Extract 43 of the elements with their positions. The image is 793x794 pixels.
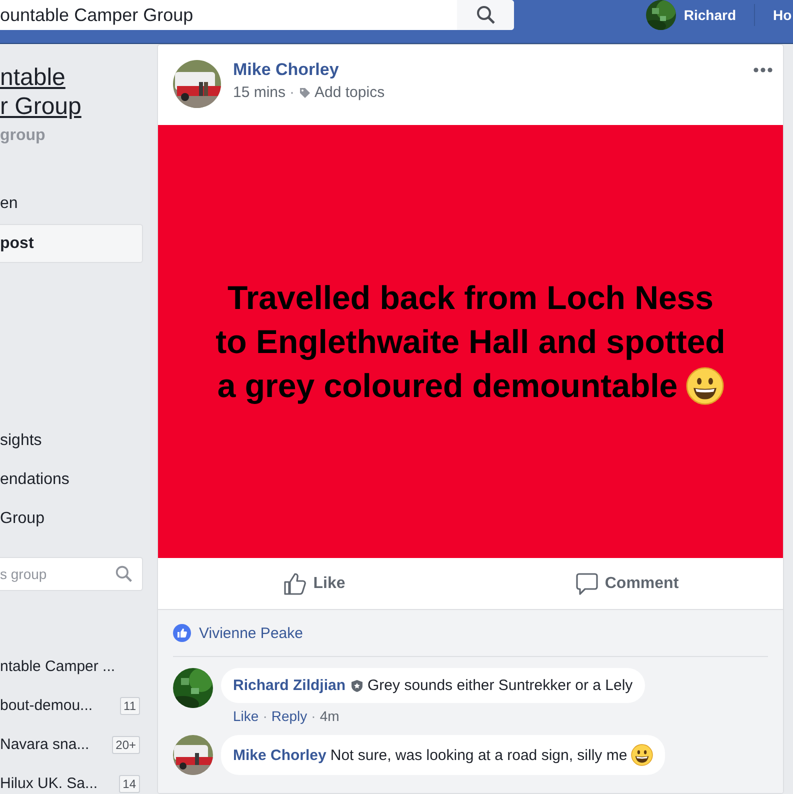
shortcut-link[interactable]: Navara sna... [0, 736, 90, 753]
count-badge: 20+ [112, 736, 140, 754]
separator-dot: · [290, 84, 295, 101]
sidebar-item[interactable]: endations [0, 461, 143, 498]
search-icon [115, 565, 133, 583]
thumbs-up-icon [283, 572, 308, 596]
search-field[interactable]: s group [0, 557, 143, 591]
sidebar-item[interactable]: post [0, 224, 143, 263]
search-icon [476, 5, 496, 25]
comment-action-link[interactable]: Reply [271, 708, 308, 724]
comment-text: Not sure, was looking at a road sign, silly me [330, 746, 628, 764]
group-title-link[interactable]: r Group [0, 92, 82, 121]
search-value: ountable Camper Group [0, 4, 194, 26]
speech-bubble-icon [574, 572, 599, 596]
search-button[interactable] [457, 0, 514, 30]
liker-name-link[interactable]: Vivienne Peake [199, 624, 303, 642]
nav-link[interactable]: Ho [773, 6, 793, 22]
sidebar-item[interactable]: Group [0, 500, 143, 537]
shortcut-link[interactable]: ntable Camper ... [0, 658, 116, 675]
add-topics-link[interactable]: Add topics [314, 84, 385, 101]
separator-dot: · [262, 708, 268, 724]
profile-link[interactable]: Richard [684, 6, 736, 22]
post-text: Travelled back from Loch Ness to Englethwaite Hall and spotted a grey coloured demountable [214, 278, 726, 406]
count-badge: 11 [120, 696, 140, 714]
shortcut-link[interactable]: bout-demou... [0, 697, 93, 714]
separator-dot: · [311, 708, 316, 724]
group-type: group [0, 127, 46, 145]
tag-icon [298, 86, 311, 98]
count-badge: 14 [118, 774, 140, 792]
sidebar-item[interactable]: en [0, 185, 143, 222]
sidebar-item[interactable]: sights [0, 422, 143, 459]
shortcut-link[interactable]: Hilux UK. Sa... [0, 775, 98, 792]
author-link[interactable]: Richard Zildjian [233, 677, 346, 694]
comment-time[interactable]: 4m [320, 708, 340, 724]
comment-action-link[interactable]: Like [233, 708, 259, 724]
author-link[interactable]: Mike Chorley [233, 746, 326, 764]
group-title-link[interactable]: ntable [0, 63, 82, 92]
search-field[interactable]: ountable Camper Group [0, 0, 514, 30]
like-reaction-icon [173, 624, 191, 642]
author-link[interactable]: Mike Chorley [233, 60, 385, 80]
comment-text: Grey sounds either Suntrekker or a Lely [368, 677, 633, 694]
post-time[interactable]: 15 mins [233, 84, 286, 101]
more-icon[interactable] [753, 67, 773, 73]
